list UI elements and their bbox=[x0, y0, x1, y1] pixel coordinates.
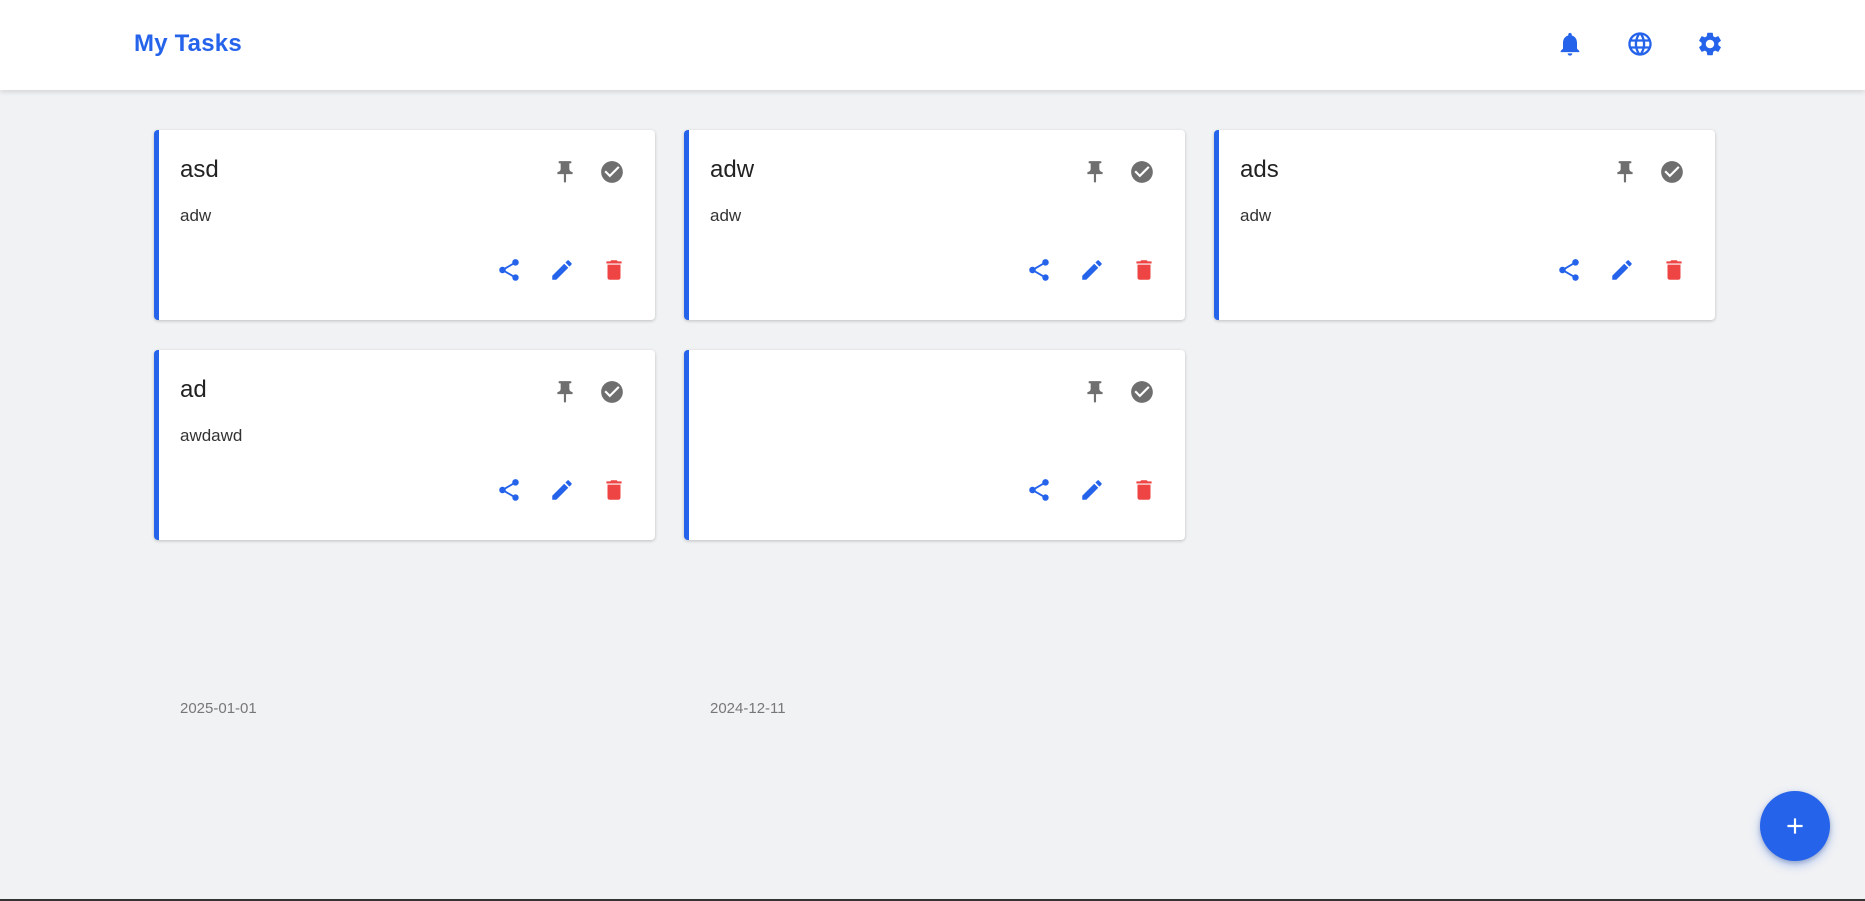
task-card[interactable]: adw adw bbox=[684, 130, 1185, 320]
share-icon[interactable] bbox=[1023, 474, 1055, 506]
task-card[interactable]: ads adw bbox=[1214, 130, 1715, 320]
task-description: adw bbox=[180, 206, 212, 225]
pencil-icon[interactable] bbox=[1606, 254, 1638, 286]
share-icon[interactable] bbox=[493, 254, 525, 286]
task-grid: asd adw adw adw ads adw ad awdawd 2025-0… bbox=[154, 130, 1716, 717]
check-circle-icon[interactable] bbox=[1126, 376, 1158, 408]
share-icon[interactable] bbox=[1023, 254, 1055, 286]
pin-icon[interactable] bbox=[549, 156, 581, 188]
plus-icon bbox=[1787, 818, 1803, 834]
gear-icon[interactable] bbox=[1694, 28, 1726, 60]
pin-icon[interactable] bbox=[549, 376, 581, 408]
task-card[interactable]: asd adw bbox=[154, 130, 655, 320]
pin-icon[interactable] bbox=[1079, 376, 1111, 408]
check-circle-icon[interactable] bbox=[1126, 156, 1158, 188]
trash-icon[interactable] bbox=[598, 474, 630, 506]
share-icon[interactable] bbox=[493, 474, 525, 506]
add-task-button[interactable] bbox=[1760, 791, 1830, 861]
pin-icon[interactable] bbox=[1609, 156, 1641, 188]
task-description: adw bbox=[710, 206, 742, 225]
trash-icon[interactable] bbox=[1128, 254, 1160, 286]
top-bar: My Tasks bbox=[0, 0, 1865, 90]
globe-icon[interactable] bbox=[1624, 28, 1656, 60]
task-title: ads bbox=[1240, 156, 1279, 183]
task-description: awdawd bbox=[180, 426, 243, 445]
task-description: adw bbox=[1240, 206, 1272, 225]
pin-icon[interactable] bbox=[1079, 156, 1111, 188]
trash-icon[interactable] bbox=[598, 254, 630, 286]
task-title: ad bbox=[180, 376, 207, 403]
trash-icon[interactable] bbox=[1128, 474, 1160, 506]
pencil-icon[interactable] bbox=[546, 474, 578, 506]
trash-icon[interactable] bbox=[1658, 254, 1690, 286]
share-icon[interactable] bbox=[1553, 254, 1585, 286]
check-circle-icon[interactable] bbox=[1656, 156, 1688, 188]
task-title: asd bbox=[180, 156, 219, 183]
pencil-icon[interactable] bbox=[1076, 474, 1108, 506]
task-card[interactable]: ad awdawd 2025-01-01 bbox=[154, 350, 655, 717]
task-card[interactable]: 2024-12-11 bbox=[684, 350, 1185, 717]
task-title: adw bbox=[710, 156, 755, 183]
check-circle-icon[interactable] bbox=[596, 156, 628, 188]
check-circle-icon[interactable] bbox=[596, 376, 628, 408]
page-title: My Tasks bbox=[134, 30, 242, 57]
bell-icon[interactable] bbox=[1554, 28, 1586, 60]
pencil-icon[interactable] bbox=[1076, 254, 1108, 286]
pencil-icon[interactable] bbox=[546, 254, 578, 286]
app-root: My Tasks asd adw adw adw ads adw ad awda… bbox=[0, 0, 1865, 901]
